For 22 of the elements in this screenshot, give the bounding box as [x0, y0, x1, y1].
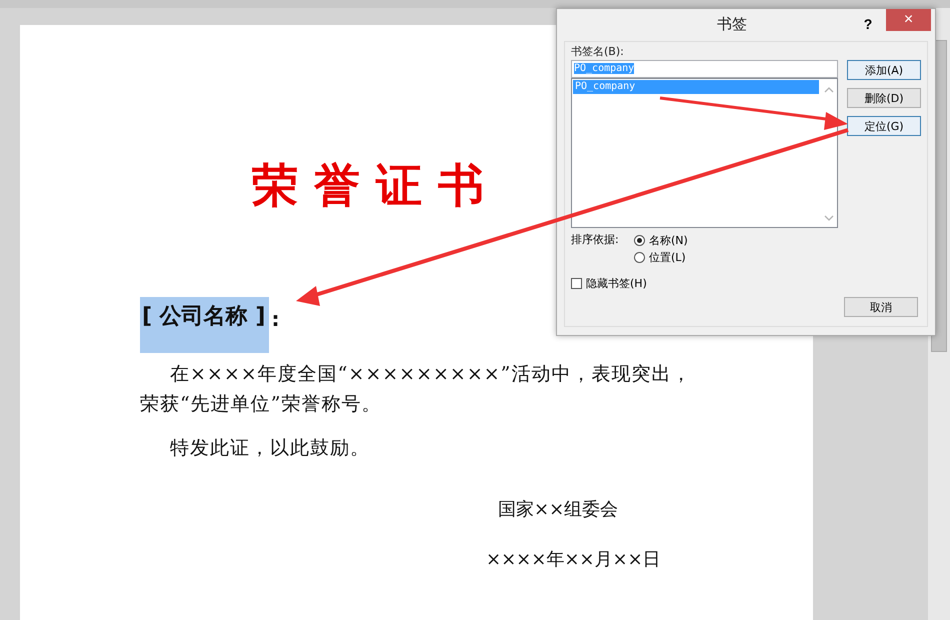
body-paragraph: 在××××年度全国“×××××××××”活动中，表现突出，荣获“先进单位”荣誉称号。 [140, 362, 692, 417]
dialog-button[interactable]: 定位(G) [847, 116, 921, 136]
body-paragraph: 特发此证，以此鼓励。 [169, 436, 371, 461]
date-text: ××××年××月××日 [486, 548, 662, 571]
radio-label[interactable]: 名称(N) [649, 233, 688, 248]
checkbox-label[interactable]: 隐藏书签(H) [586, 276, 647, 291]
dialog-button[interactable]: 添加(A) [847, 60, 921, 80]
issuer-text: 国家××组委会 [498, 498, 620, 521]
checkbox[interactable] [571, 278, 582, 289]
highlighted-company-name: [ 公司名称 ] [140, 297, 270, 353]
radio-label[interactable]: 位置(L) [649, 250, 686, 265]
field-label: 书签名(B): [571, 44, 625, 60]
radio-button[interactable] [634, 252, 645, 263]
help-button[interactable]: ? [856, 15, 880, 33]
close-button[interactable]: × [886, 9, 931, 31]
cancel-button[interactable]: 取消 [844, 297, 918, 317]
radio-button[interactable] [634, 235, 645, 246]
sort-label: 排序依据: [571, 232, 620, 248]
dialog-button[interactable]: 删除(D) [847, 88, 921, 108]
certificate-title: 荣 誉 证 书 [252, 157, 484, 214]
dialog-title: 书签 [717, 14, 747, 34]
colon-text: : [270, 307, 280, 333]
